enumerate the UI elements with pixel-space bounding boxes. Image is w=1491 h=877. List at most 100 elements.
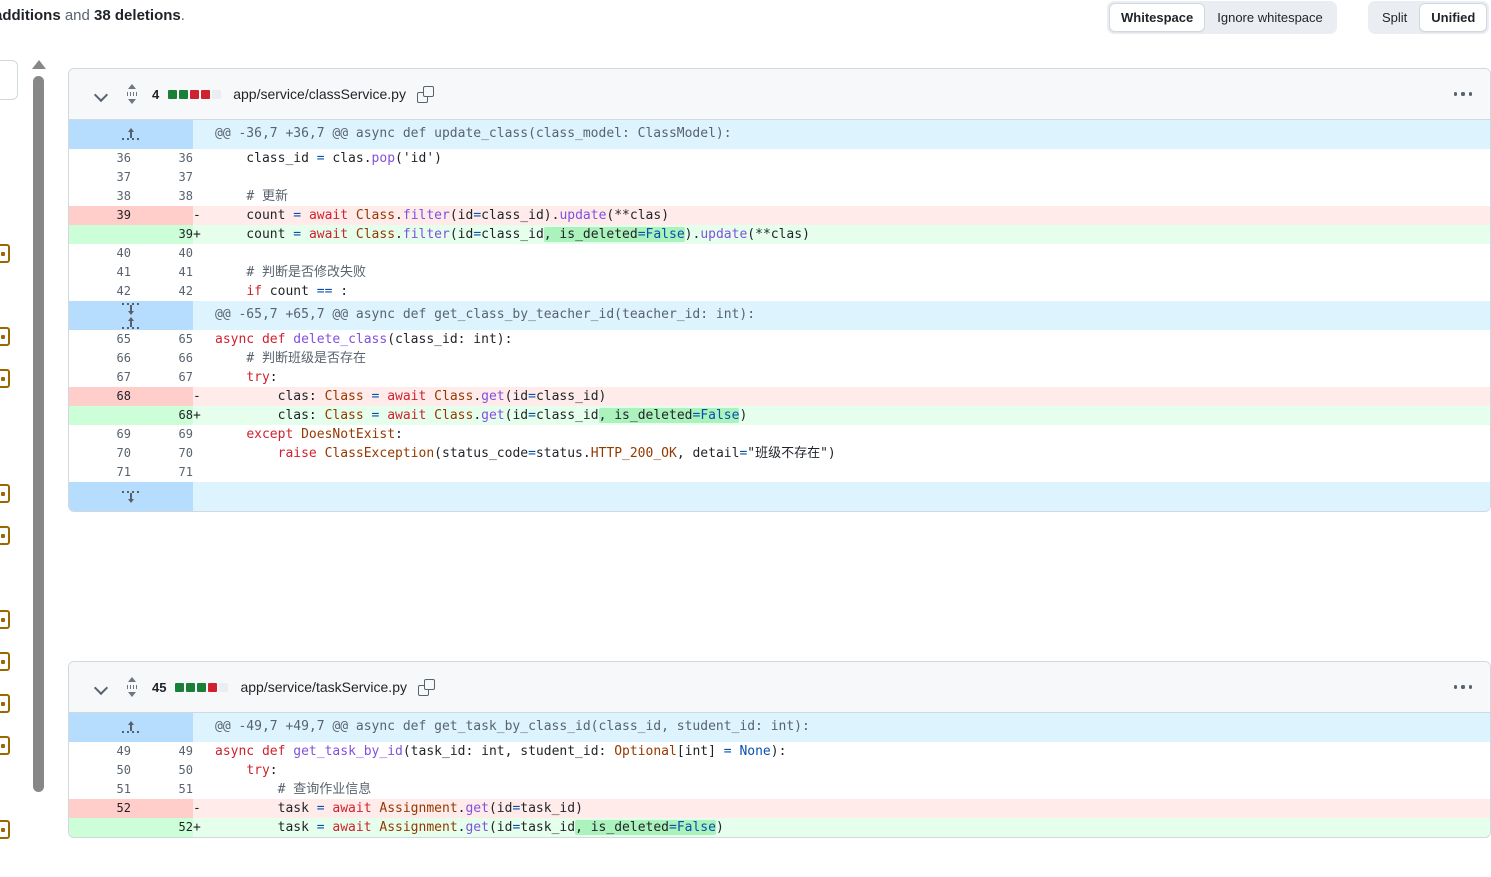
line-number-old[interactable]: 39 (69, 206, 131, 225)
line-number-new[interactable]: 70 (131, 444, 193, 463)
line-number-old[interactable]: 37 (69, 168, 131, 187)
line-number-old[interactable]: 68 (69, 387, 131, 406)
hunk-expander[interactable] (69, 301, 193, 330)
line-number-new[interactable]: 67 (131, 368, 193, 387)
clipped-sidebar-chip[interactable] (0, 526, 10, 545)
line-number-new[interactable] (131, 387, 193, 406)
file-options-kebab-icon[interactable] (1450, 677, 1476, 697)
diff-line-row: 50 50 try: (69, 761, 1490, 780)
diff-file: 4 app/service/classService.py @@ -36,7 +… (68, 68, 1491, 512)
line-number-old[interactable]: 50 (69, 761, 131, 780)
line-number-old[interactable]: 66 (69, 349, 131, 368)
file-options-kebab-icon[interactable] (1450, 84, 1476, 104)
diff-line-row: 67 67 try: (69, 368, 1490, 387)
file-change-count: 45 (152, 679, 167, 695)
scrollbar-thumb[interactable] (33, 76, 44, 792)
line-number-new[interactable]: 51 (131, 780, 193, 799)
diff-line-row: 41 41 # 判断是否修改失败 (69, 263, 1490, 282)
line-number-old[interactable] (69, 406, 131, 425)
line-number-new[interactable] (131, 206, 193, 225)
line-number-new[interactable]: 52 (131, 818, 193, 837)
line-number-old[interactable] (69, 818, 131, 837)
line-number-old[interactable]: 36 (69, 149, 131, 168)
hunk-expander-cell[interactable] (69, 301, 193, 330)
clipped-sidebar-chip[interactable] (0, 327, 10, 346)
line-number-new[interactable]: 49 (131, 742, 193, 761)
line-number-old[interactable]: 69 (69, 425, 131, 444)
expand-up-icon[interactable] (120, 128, 142, 141)
line-number-new[interactable]: 69 (131, 425, 193, 444)
clipped-sidebar-chip[interactable] (0, 244, 10, 263)
line-number-new[interactable]: 66 (131, 349, 193, 368)
line-number-old[interactable]: 42 (69, 282, 131, 301)
file-path-label[interactable]: app/service/classService.py (233, 86, 406, 102)
line-number-old[interactable]: 52 (69, 799, 131, 818)
hunk-expander[interactable] (69, 713, 193, 742)
hunk-expander[interactable] (69, 482, 193, 511)
clipped-sidebar-chip[interactable] (0, 610, 10, 629)
line-number-old[interactable]: 70 (69, 444, 131, 463)
clipped-sidebar-chip[interactable] (0, 694, 10, 713)
line-number-new[interactable] (131, 799, 193, 818)
diff-line-marker (193, 187, 215, 206)
line-number-old[interactable]: 41 (69, 263, 131, 282)
diff-line-marker: - (193, 206, 215, 225)
hunk-expander-cell[interactable] (69, 120, 193, 149)
line-number-new[interactable]: 68 (131, 406, 193, 425)
line-number-old[interactable]: 71 (69, 463, 131, 482)
copy-path-icon[interactable] (416, 85, 434, 103)
diff-line-marker (193, 149, 215, 168)
line-number-new[interactable]: 36 (131, 149, 193, 168)
diff-line-row: 71 71 (69, 463, 1490, 482)
expand-down-icon[interactable] (120, 302, 142, 315)
hunk-expander-cell[interactable] (69, 713, 193, 742)
line-number-new[interactable]: 50 (131, 761, 193, 780)
diff-line-marker (193, 713, 215, 742)
line-number-new[interactable]: 39 (131, 225, 193, 244)
additions-label: additions (0, 7, 61, 24)
diff-line-code: try: (215, 761, 1490, 780)
clipped-sidebar-chip[interactable] (0, 820, 10, 839)
hunk-expander-cell[interactable] (69, 482, 193, 511)
hunk-header-row (69, 482, 1490, 511)
hunk-header-row: @@ -36,7 +36,7 @@ async def update_class… (69, 120, 1490, 149)
clipped-sidebar-chip[interactable] (0, 652, 10, 671)
line-number-old[interactable]: 65 (69, 330, 131, 349)
diff-line-row: 51 51 # 查询作业信息 (69, 780, 1490, 799)
line-number-old[interactable]: 49 (69, 742, 131, 761)
chevron-down-icon[interactable] (93, 86, 109, 102)
scroll-up-arrow-icon[interactable] (32, 60, 46, 69)
diff-line-code: count = await Class.filter(id=class_id, … (215, 225, 1490, 244)
line-number-old[interactable]: 40 (69, 244, 131, 263)
line-number-new[interactable]: 65 (131, 330, 193, 349)
line-number-old[interactable]: 51 (69, 780, 131, 799)
diff-line-marker: - (193, 799, 215, 818)
line-number-new[interactable]: 42 (131, 282, 193, 301)
page-scrollbar[interactable] (30, 60, 47, 877)
diff-line-marker: + (193, 818, 215, 837)
line-number-new[interactable]: 71 (131, 463, 193, 482)
clipped-sidebar-chip[interactable] (0, 484, 10, 503)
line-number-new[interactable]: 40 (131, 244, 193, 263)
drag-handle-icon[interactable] (123, 677, 141, 697)
expand-down-icon[interactable] (120, 490, 142, 503)
file-header: 45 app/service/taskService.py (69, 662, 1490, 713)
expand-up-icon[interactable] (120, 316, 142, 330)
chevron-down-icon[interactable] (93, 679, 109, 695)
expand-up-icon[interactable] (120, 721, 142, 734)
drag-handle-icon[interactable] (123, 84, 141, 104)
hunk-expander[interactable] (69, 120, 193, 149)
line-number-old[interactable] (69, 225, 131, 244)
line-number-old[interactable]: 67 (69, 368, 131, 387)
diff-line-code: # 判断班级是否存在 (215, 349, 1490, 368)
clipped-sidebar-chip[interactable] (0, 736, 10, 755)
copy-path-icon[interactable] (418, 678, 435, 696)
clipped-sidebar-chip[interactable] (0, 369, 10, 388)
line-number-new[interactable]: 37 (131, 168, 193, 187)
file-header: 4 app/service/classService.py (69, 69, 1490, 120)
file-path-label[interactable]: app/service/taskService.py (240, 679, 407, 695)
line-number-new[interactable]: 41 (131, 263, 193, 282)
line-number-new[interactable]: 38 (131, 187, 193, 206)
diff-line-row: 37 37 (69, 168, 1490, 187)
line-number-old[interactable]: 38 (69, 187, 131, 206)
